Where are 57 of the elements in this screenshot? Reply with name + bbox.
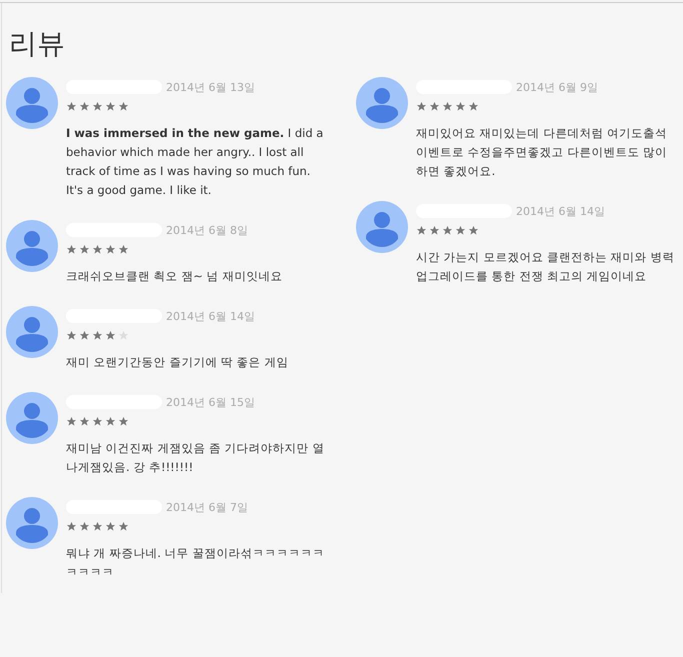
review-date: 2014년 6월 14일 bbox=[166, 308, 255, 324]
avatar-icon bbox=[6, 77, 58, 129]
star-icon bbox=[118, 521, 129, 532]
star-icon bbox=[79, 521, 90, 532]
review-text: 크래쉬오브클랜 쵝오 잼~ 넘 재미잇네요 bbox=[66, 268, 284, 285]
star-icon bbox=[66, 416, 77, 427]
star-icon bbox=[105, 244, 116, 255]
star-icon bbox=[455, 225, 466, 236]
review-date: 2014년 6월 13일 bbox=[166, 80, 255, 94]
avatar-icon bbox=[6, 306, 58, 358]
star-icon bbox=[79, 416, 90, 427]
star-icon bbox=[66, 521, 77, 532]
review-date: 2014년 6월 7일 bbox=[166, 500, 248, 514]
star-icon bbox=[105, 101, 116, 112]
star-icon bbox=[105, 330, 116, 341]
review-date: 2014년 6월 9일 bbox=[516, 80, 598, 94]
star-icon bbox=[416, 225, 427, 236]
review-date: 2014년 6월 8일 bbox=[166, 222, 248, 238]
star-icon bbox=[79, 101, 90, 112]
review-text: 재미남 이건진짜 게잼있음 좀 기다려야하지만 열나게잼있음. 강 추!!!!!!! bbox=[66, 440, 326, 476]
star-icon bbox=[92, 101, 103, 112]
review-text: 재미 오랜기간동안 즐기기에 딱 좋은 게임 bbox=[66, 354, 290, 371]
star-icon bbox=[92, 244, 103, 255]
star-icon bbox=[79, 330, 90, 341]
star-icon bbox=[92, 416, 103, 427]
avatar-icon bbox=[6, 392, 58, 444]
star-icon bbox=[79, 244, 90, 255]
star-icon bbox=[429, 101, 440, 112]
review-date: 2014년 6월 15일 bbox=[166, 394, 255, 410]
review-date: 2014년 6월 14일 bbox=[516, 204, 605, 218]
star-icon bbox=[92, 521, 103, 532]
star-icon bbox=[429, 225, 440, 236]
review-text: 시간 가는지 모르겠어요 클랜전하는 재미와 병력업그레이드를 통한 전쟁 최고의 게임이네요 bbox=[416, 249, 676, 285]
star-icon bbox=[455, 101, 466, 112]
star-icon bbox=[105, 521, 116, 532]
avatar-icon bbox=[356, 77, 408, 129]
star-icon bbox=[118, 416, 129, 427]
avatar-icon bbox=[356, 201, 408, 253]
star-icon bbox=[66, 101, 77, 112]
star-icon bbox=[416, 101, 427, 112]
star-icon bbox=[66, 244, 77, 255]
review-text: I was immersed in the new game. I did a behavior which made her angry.. I lost all track of time as I was having so much fun. It's a good game. I like it. bbox=[66, 125, 324, 199]
star-icon bbox=[118, 244, 129, 255]
star-icon bbox=[118, 101, 129, 112]
star-icon bbox=[442, 225, 453, 236]
section-title: 리뷰 bbox=[8, 26, 66, 62]
star-icon bbox=[468, 225, 479, 236]
star-icon bbox=[442, 101, 453, 112]
star-icon bbox=[468, 101, 479, 112]
avatar-icon bbox=[6, 497, 58, 549]
star-icon bbox=[92, 330, 103, 341]
review-text: 재미있어요 재미있는데 다른데처럼 여기도출석이벤트로 수정을주면좋겠고 다른이벤트도 많이하면 좋겠어요. bbox=[416, 125, 668, 180]
star-icon bbox=[105, 416, 116, 427]
star-icon bbox=[118, 330, 129, 341]
star-icon bbox=[66, 330, 77, 341]
review-text: 뭐냐 개 짜증나네. 너무 꿀잼이라섞ㅋㅋㅋㅋㅋㅋㅋㅋㅋㅋ bbox=[66, 545, 326, 581]
avatar-icon bbox=[6, 220, 58, 272]
